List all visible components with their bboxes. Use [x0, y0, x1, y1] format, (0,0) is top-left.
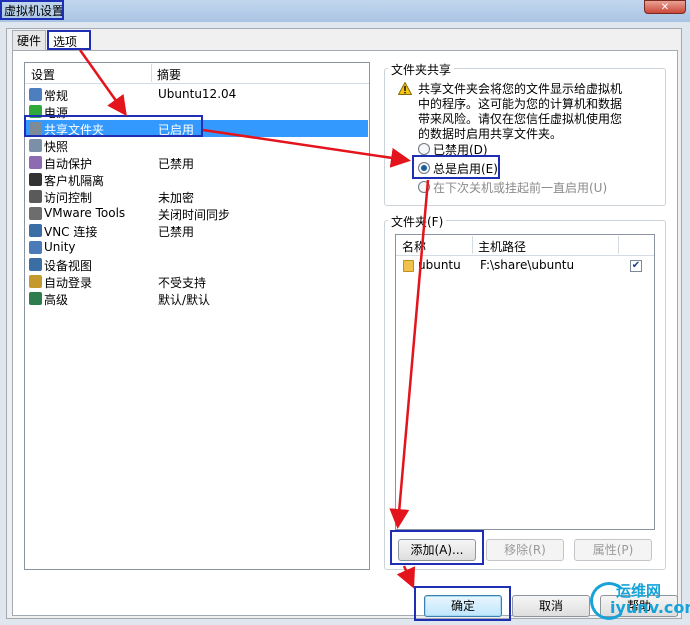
- selected-item-highlight-box: [24, 115, 203, 137]
- warning-icon: [398, 82, 412, 95]
- radio-until-poweroff[interactable]: 在下次关机或挂起前一直启用(U): [418, 179, 607, 196]
- folder-enabled-checkbox[interactable]: ✔: [630, 260, 642, 272]
- settings-item-general[interactable]: 常规 Ubuntu12.04: [26, 86, 368, 103]
- add-button-highlight-box: [390, 530, 484, 565]
- settings-item-summary: 默认/默认: [158, 293, 211, 307]
- column-header-setting[interactable]: 设置: [31, 66, 55, 83]
- general-icon: [29, 88, 42, 101]
- settings-item-name: Unity: [44, 240, 76, 254]
- folder-sharing-title: 文件夹共享: [388, 61, 455, 78]
- radio-disabled-dot[interactable]: [418, 143, 430, 155]
- settings-item-vnc[interactable]: VNC 连接 已禁用: [26, 222, 368, 239]
- isolation-icon: [29, 173, 42, 186]
- settings-item-summary: 已禁用: [158, 225, 195, 239]
- autologin-icon: [29, 275, 42, 288]
- settings-item-name: VNC 连接: [44, 225, 98, 239]
- vnc-icon: [29, 224, 42, 237]
- settings-item-name: 自动保护: [44, 157, 93, 171]
- folder-icon: [403, 260, 414, 272]
- column-separator[interactable]: [472, 236, 473, 254]
- title-bar: 虚拟机设置 ✕: [0, 0, 690, 22]
- cancel-button[interactable]: 取消: [512, 595, 590, 617]
- radio-until-poweroff-label: 在下次关机或挂起前一直启用(U): [433, 181, 608, 195]
- column-header-summary[interactable]: 摘要: [157, 66, 181, 83]
- settings-item-isolation[interactable]: 客户机隔离: [26, 171, 368, 188]
- autoprotect-icon: [29, 156, 42, 169]
- column-header-name[interactable]: 名称: [402, 238, 426, 255]
- settings-item-vmware-tools[interactable]: VMware Tools 关闭时间同步: [26, 205, 368, 222]
- settings-item-summary: 关闭时间同步: [158, 208, 231, 222]
- ok-button-highlight-box: [414, 586, 511, 621]
- radio-until-poweroff-dot[interactable]: [418, 181, 430, 193]
- folders-list-header: 名称 主机路径: [396, 235, 654, 256]
- always-enabled-highlight-box: [412, 155, 500, 179]
- settings-item-unity[interactable]: Unity: [26, 239, 368, 256]
- properties-button[interactable]: 属性(P): [574, 539, 652, 561]
- settings-item-name: 访问控制: [44, 191, 93, 205]
- title-highlight-box: [0, 0, 64, 20]
- settings-item-snapshot[interactable]: 快照: [26, 137, 368, 154]
- vmware-tools-icon: [29, 207, 42, 220]
- tab-options[interactable]: 选项: [47, 30, 91, 50]
- settings-item-name: VMware Tools: [44, 206, 126, 220]
- settings-item-name: 自动登录: [44, 276, 93, 290]
- close-button[interactable]: ✕: [644, 0, 686, 14]
- column-separator[interactable]: [618, 236, 619, 254]
- tab-hardware[interactable]: 硬件: [12, 30, 47, 50]
- folder-host-path: F:\share\ubuntu: [480, 258, 575, 272]
- watermark-text-2: iyunv.com: [610, 598, 690, 617]
- settings-item-summary: Ubuntu12.04: [158, 87, 237, 101]
- settings-item-access-control[interactable]: 访问控制 未加密: [26, 188, 368, 205]
- folder-name: ubuntu: [418, 258, 461, 272]
- device-view-icon: [29, 258, 42, 271]
- settings-item-name: 客户机隔离: [44, 174, 105, 188]
- folders-list[interactable]: [395, 234, 655, 530]
- remove-button[interactable]: 移除(R): [486, 539, 564, 561]
- unity-icon: [29, 241, 42, 254]
- settings-item-name: 快照: [44, 140, 69, 154]
- settings-item-summary: 已禁用: [158, 157, 195, 171]
- settings-item-summary: 未加密: [158, 191, 195, 205]
- settings-item-device-view[interactable]: 设备视图: [26, 256, 368, 273]
- folder-row[interactable]: ubuntu F:\share\ubuntu ✔: [396, 257, 654, 275]
- column-separator[interactable]: [151, 64, 152, 82]
- settings-item-summary: 不受支持: [158, 276, 207, 290]
- settings-item-name: 高级: [44, 293, 69, 307]
- settings-item-name: 常规: [44, 89, 69, 103]
- advanced-icon: [29, 292, 42, 305]
- snapshot-icon: [29, 139, 42, 152]
- watermark-logo: 运维网 iyunv.com: [588, 578, 690, 624]
- settings-item-name: 设备视图: [44, 259, 93, 273]
- settings-item-advanced[interactable]: 高级 默认/默认: [26, 290, 368, 307]
- settings-item-autologin[interactable]: 自动登录 不受支持: [26, 273, 368, 290]
- settings-item-autoprotect[interactable]: 自动保护 已禁用: [26, 154, 368, 171]
- sharing-warning-text: 共享文件夹会将您的文件显示给虚拟机中的程序。这可能为您的计算机和数据带来风险。请…: [418, 82, 623, 141]
- folders-title: 文件夹(F): [388, 213, 447, 230]
- settings-list-header: 设置 摘要: [25, 63, 369, 84]
- column-header-host-path[interactable]: 主机路径: [478, 238, 526, 255]
- access-control-icon: [29, 190, 42, 203]
